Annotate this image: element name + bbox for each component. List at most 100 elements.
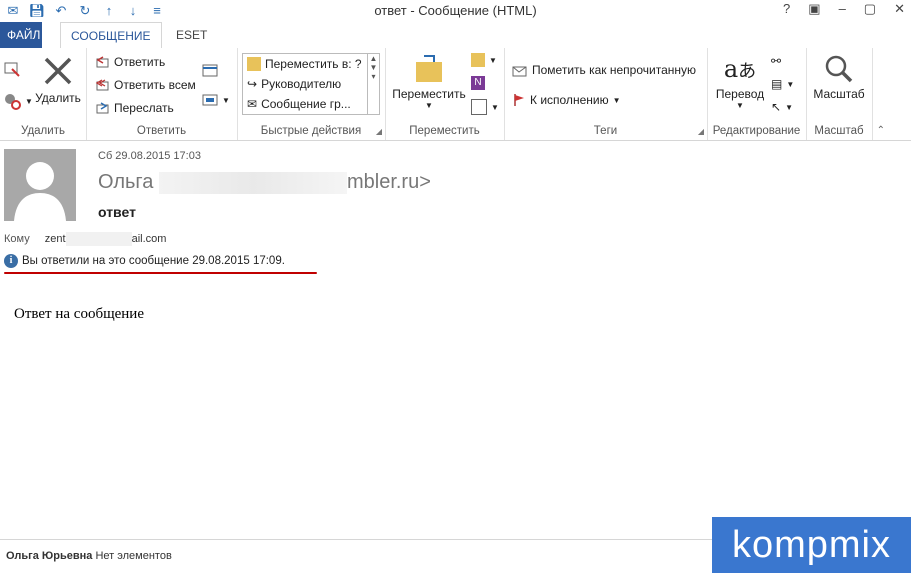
more-respond-icon (202, 94, 218, 106)
followup-label: К исполнению (530, 93, 609, 107)
actions-button[interactable]: ▼ (471, 99, 499, 115)
to-label: Кому (4, 232, 30, 245)
magnifier-icon (825, 55, 853, 83)
junk-button[interactable]: ▼ (3, 92, 33, 110)
ignore-button[interactable] (3, 60, 21, 78)
delete-label: Удалить (35, 91, 81, 105)
forward-button[interactable]: Переслать (95, 101, 174, 115)
more-respond-button[interactable]: ▼ (202, 93, 230, 107)
related-button[interactable]: ▤ ▼ (771, 77, 794, 91)
zoom-group-label: Масштаб (814, 125, 864, 137)
recipient-head: zent (44, 232, 66, 245)
reply-all-icon (95, 79, 109, 91)
dropdown-arrow-icon: ▼ (222, 95, 230, 105)
actions-icon (471, 99, 487, 115)
onenote-button[interactable]: N (471, 76, 485, 90)
highlight-underline (4, 272, 317, 274)
sender-email-tail: mbler.ru> (346, 171, 431, 193)
rules-icon (471, 53, 485, 67)
dropdown-arrow-icon: ▼ (489, 55, 497, 65)
delete-group-label: Удалить (21, 125, 65, 137)
editing-group-label: Редактирование (712, 125, 801, 137)
calendar-icon (202, 64, 218, 77)
message-header: Сб 29.08.2015 17:03 Ольга mbler.ru> отве… (0, 141, 911, 281)
move-button[interactable]: Переместить ▼ (389, 54, 469, 110)
dialog-launcher-icon[interactable]: ◢ (376, 127, 382, 136)
move-group-label: Переместить (409, 125, 480, 137)
quick-steps-scrollbar[interactable]: ▲ ▼ ▾ (367, 54, 379, 114)
translate-button[interactable]: aあ Перевод ▼ (713, 54, 767, 110)
info-text: Вы ответили на это сообщение 29.08.2015 … (22, 255, 285, 267)
delete-button[interactable]: Удалить (33, 54, 83, 105)
help-button[interactable]: ? (783, 1, 790, 17)
mark-unread-button[interactable]: Пометить как непрочитанную (512, 63, 696, 77)
document-icon: ▤ (771, 77, 783, 91)
recipient-tail: ail.com (131, 232, 167, 245)
delete-group: ▼ Удалить Удалить (0, 48, 87, 140)
ribbon-tabs: ФАЙЛ СООБЩЕНИЕ ESET (0, 22, 911, 49)
zoom-label: Масштаб (813, 87, 865, 101)
window-title: ответ - Сообщение (HTML) (374, 3, 537, 18)
dialog-launcher-icon[interactable]: ◢ (698, 127, 704, 136)
flag-icon (514, 94, 524, 106)
close-button[interactable]: ✕ (894, 1, 905, 17)
rules-button[interactable]: ▼ (471, 53, 497, 67)
tab-file[interactable]: ФАЙЛ (0, 22, 42, 48)
minimize-button[interactable]: – (839, 1, 846, 17)
reply-button[interactable]: Ответить (95, 55, 165, 69)
followup-button[interactable]: К исполнению ▼ (512, 93, 621, 107)
reply-label: Ответить (114, 55, 166, 69)
dropdown-arrow-icon: ▼ (612, 95, 621, 105)
forward-icon (96, 102, 109, 114)
sender[interactable]: Ольга mbler.ru> (98, 171, 431, 194)
dropdown-arrow-icon: ▼ (425, 101, 433, 110)
quick-step-label: Сообщение гр... (261, 97, 351, 111)
people-pane-text: Ольга Юрьевна Нет элементов (6, 550, 172, 562)
sent-date: Сб 29.08.2015 17:03 (98, 150, 201, 162)
info-icon: i (4, 254, 18, 268)
zoom-button[interactable]: Масштаб (808, 54, 870, 101)
dropdown-arrow-icon: ▼ (736, 101, 744, 110)
reply-icon (96, 56, 109, 68)
translate-label: Перевод (715, 87, 765, 101)
sender-name: Ольга (98, 171, 154, 193)
quick-step-move-to[interactable]: Переместить в: ? (243, 54, 379, 74)
dropdown-arrow-icon: ▼ (785, 102, 793, 112)
move-folder-icon (416, 55, 442, 82)
tags-group-label: Теги (593, 125, 618, 137)
ignore-icon (4, 62, 20, 77)
tab-eset[interactable]: ESET (166, 22, 217, 48)
find-button[interactable]: ⚯ (771, 54, 781, 68)
recipient-address[interactable]: zent ail.com (44, 232, 167, 246)
tab-message[interactable]: СООБЩЕНИЕ (60, 22, 162, 49)
maximize-button[interactable]: ▢ (864, 1, 876, 17)
zoom-group: Масштаб Масштаб (806, 48, 873, 140)
collapse-ribbon-icon[interactable]: ⌃ (877, 125, 885, 136)
mark-unread-label: Пометить как непрочитанную (532, 63, 697, 77)
reply-group-label: Ответить (136, 125, 187, 137)
meeting-button[interactable] (202, 63, 218, 77)
reply-all-button[interactable]: Ответить всем (95, 78, 196, 92)
quick-step-team-email[interactable]: ✉ Сообщение гр... (243, 94, 379, 114)
forward-arrow-icon: ↪ (247, 77, 258, 91)
recipients-line: Кому zent ail.com (4, 232, 166, 246)
quick-step-manager[interactable]: ↪ Руководителю (243, 74, 379, 94)
unread-envelope-icon (512, 66, 527, 77)
ribbon-display-button[interactable]: ▣ (808, 1, 820, 17)
title-bar: ✉ 💾︎ ↶ ↻ ↑ ↓ ≡ ответ - Сообщение (HTML) … (0, 0, 911, 22)
avatar (4, 149, 76, 221)
people-pane-person[interactable]: Ольга Юрьевна (6, 550, 92, 562)
forward-label: Переслать (114, 101, 174, 115)
editing-group: aあ Перевод ▼ ⚯ ▤ ▼ ↖ ▼ Редактирование (707, 48, 807, 140)
reply-group: Ответить Ответить всем Переслать ▼ Ответ… (86, 48, 238, 140)
ribbon: ▼ Удалить Удалить Ответить Ответить всем… (0, 48, 911, 141)
translate-icon: aあ (723, 55, 757, 83)
watermark-logo: kompmix (712, 517, 911, 573)
binoculars-icon: ⚯ (771, 54, 782, 68)
quick-steps-group: Переместить в: ? ↪ Руководителю ✉ Сообще… (237, 48, 386, 140)
redacted-email (158, 171, 347, 194)
info-bar[interactable]: i Вы ответили на это сообщение 29.08.201… (4, 254, 285, 268)
move-group: Переместить ▼ ▼ N ▼ Переместить (385, 48, 505, 140)
select-button[interactable]: ↖ ▼ (771, 100, 793, 114)
cursor-icon: ↖ (771, 100, 782, 114)
